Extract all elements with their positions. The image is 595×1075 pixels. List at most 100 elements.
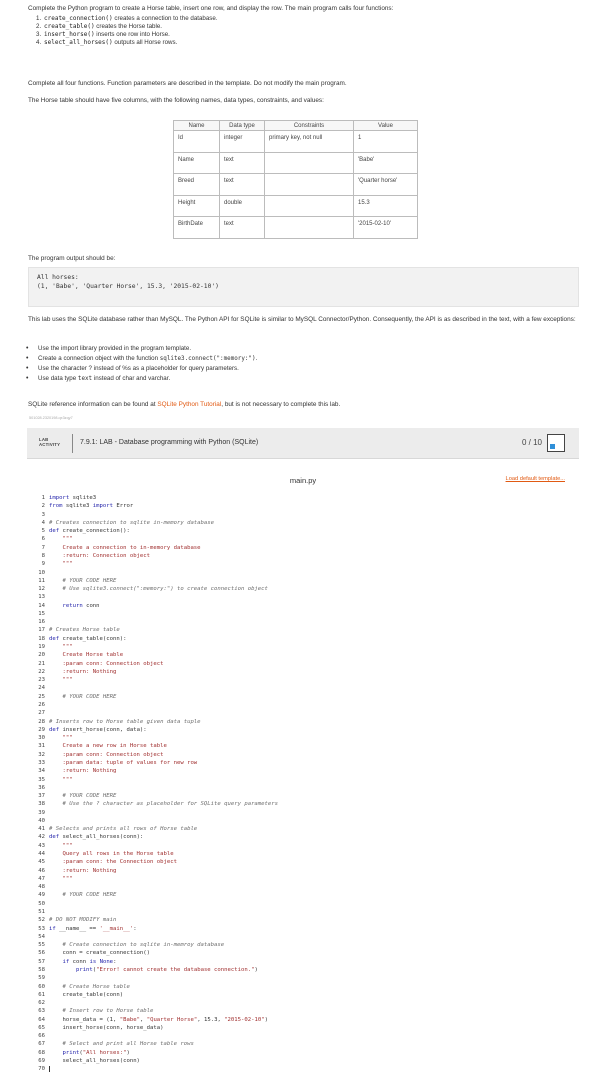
column-header: Value <box>353 120 418 131</box>
sqlite-tutorial-link[interactable]: SQLite Python Tutorial <box>157 401 221 408</box>
text-cursor <box>49 1066 50 1073</box>
table-cell: '2015-02-10' <box>353 216 418 239</box>
line-number: 51 <box>38 909 45 915</box>
code-line: """ <box>49 536 73 543</box>
code-line: def insert_horse(conn, data): <box>49 726 147 733</box>
code-line: :return: Connection object <box>49 552 151 559</box>
line-number: 68 <box>38 1049 45 1056</box>
horse-table-spec: Name Data type Constraints Value Id inte… <box>173 120 418 239</box>
code-line: :param data: tuple of values for new row <box>49 759 198 766</box>
output-line: All horses: <box>37 274 79 281</box>
code-line: horse_data = (1, "Babe", "Quarter Horse"… <box>49 1016 268 1023</box>
function-item: 1. create_connection() creates a connecti… <box>36 15 218 22</box>
load-default-template-link[interactable]: Load default template... <box>506 476 565 482</box>
table-row: Breed text 'Quarter horse' <box>173 173 418 196</box>
code-line: # Creates Horse table <box>49 627 120 634</box>
line-number: 25 <box>38 693 45 700</box>
table-cell: Height <box>173 194 220 217</box>
line-number: 46 <box>38 867 45 874</box>
code-line: :return: Nothing <box>49 867 117 874</box>
table-cell: Id <box>173 130 220 153</box>
line-number: 17 <box>38 627 45 634</box>
code-line: if __name__ == '__main__': <box>49 925 137 932</box>
line-number: 10 <box>38 569 45 576</box>
line-number: 24 <box>38 685 45 692</box>
code-line: # Create connection to sqlite in-memroy … <box>49 942 225 949</box>
line-number: 49 <box>38 892 45 899</box>
line-number: 21 <box>38 660 45 667</box>
table-cell: BirthDate <box>173 216 220 239</box>
line-number: 52 <box>38 917 45 924</box>
line-number: 38 <box>38 801 45 808</box>
instructions-text: Complete all four functions. Function pa… <box>28 80 347 87</box>
line-number: 27 <box>38 710 45 717</box>
code-line: print("All horses:") <box>62 1049 130 1056</box>
table-cell <box>264 173 354 196</box>
line-number: 19 <box>38 644 45 651</box>
table-cell: integer <box>219 130 265 153</box>
line-number: 61 <box>38 991 45 998</box>
code-line: Create a new row in Horse table <box>49 743 167 750</box>
line-number: 37 <box>38 793 45 800</box>
code-line: # YOUR CODE HERE <box>49 892 117 899</box>
table-cell: Name <box>173 151 220 174</box>
code-line: """ <box>49 875 73 882</box>
line-number: 48 <box>38 884 45 891</box>
line-number: 42 <box>38 834 45 841</box>
code-line: """ <box>49 842 73 849</box>
code-line: return conn <box>62 602 100 609</box>
code-line: # YOUR CODE HERE <box>49 793 117 800</box>
table-cell: text <box>219 151 265 174</box>
code-line: Query all rows in the Horse table <box>49 851 174 858</box>
code-line: """ <box>49 561 73 568</box>
exceptions-list: Use the import library provided in the p… <box>26 344 257 384</box>
code-line: # DO NOT MODIFY main <box>49 917 117 924</box>
code-editor[interactable]: 1 import sqlite3 2 from sqlite3 import Erro… <box>38 495 579 1073</box>
line-number: 65 <box>38 1024 45 1031</box>
table-cell: Breed <box>173 173 220 196</box>
line-number: 5 <box>41 528 45 535</box>
code-line: Create a connection to in-memory databas… <box>49 544 201 551</box>
line-number: 3 <box>41 511 45 518</box>
code-line: def create_table(conn): <box>49 635 127 642</box>
score-text: 0 / 10 <box>521 438 542 447</box>
line-number: 59 <box>38 975 45 982</box>
output-line: (1, 'Babe', 'Quarter Horse', 15.3, '2015… <box>37 282 219 290</box>
line-number: 2 <box>41 503 45 510</box>
code-line <box>49 1066 50 1073</box>
code-line: """ <box>49 776 73 783</box>
code-line: conn = create_connection() <box>49 950 151 957</box>
line-number: 58 <box>38 966 45 973</box>
table-cell: text <box>219 216 265 239</box>
line-number: 1 <box>41 495 45 501</box>
line-number: 69 <box>38 1058 45 1065</box>
line-number: 33 <box>38 759 45 766</box>
line-number: 11 <box>38 577 45 584</box>
table-cell <box>264 151 354 174</box>
code-line: Create Horse table <box>49 652 124 659</box>
line-number: 45 <box>38 859 45 866</box>
code-line: # Create Horse table <box>49 983 130 990</box>
table-cell: 'Babe' <box>353 151 418 174</box>
list-item: Use the character ? instead of %s as a p… <box>26 364 257 374</box>
list-item: Create a connection object with the func… <box>26 354 257 365</box>
line-number: 44 <box>38 851 45 858</box>
code-line: if conn is None: <box>62 958 117 965</box>
list-item: Use the import library provided in the p… <box>26 344 257 354</box>
line-number: 7 <box>41 544 45 551</box>
line-number: 50 <box>38 900 45 907</box>
table-description-text: The Horse table should have five columns… <box>28 97 324 104</box>
line-number: 9 <box>41 561 45 568</box>
table-cell <box>264 216 354 239</box>
table-row: Height double 15.3 <box>173 194 418 217</box>
line-number: 54 <box>38 933 45 940</box>
line-number: 15 <box>38 610 45 617</box>
line-number: 35 <box>38 776 45 783</box>
table-row: Id integer primary key, not null 1 <box>173 130 418 153</box>
column-header: Name <box>173 120 220 131</box>
code-line: :param conn: the Connection object <box>49 859 177 866</box>
line-number: 13 <box>38 594 45 601</box>
code-line: # YOUR CODE HERE <box>49 577 117 584</box>
function-list: 1. create_connection() creates a connecti… <box>36 15 218 47</box>
line-number: 31 <box>38 743 45 750</box>
